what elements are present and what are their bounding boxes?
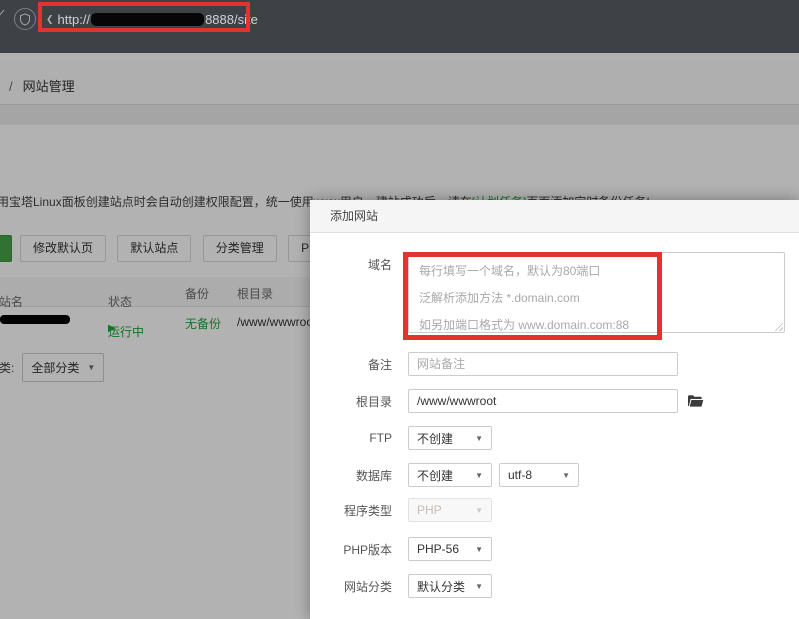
program-type-select: PHP ▼ [408, 498, 492, 522]
site-category-select[interactable]: 默认分类 ▼ [408, 574, 492, 598]
domain-placeholder-line: 如另加端口格式为 www.domain.com:88 [419, 312, 774, 333]
field-row-domain: 域名 每行填写一个域名，默认为80端口 泛解析添加方法 *.domain.com… [310, 252, 785, 333]
charset-select[interactable]: utf-8 ▼ [499, 463, 579, 487]
domain-placeholder-line: 每行填写一个域名，默认为80端口 [419, 258, 774, 285]
add-site-modal: 添加网站 域名 每行填写一个域名，默认为80端口 泛解析添加方法 *.domai… [310, 200, 799, 619]
modal-title: 添加网站 [310, 200, 799, 233]
database-select[interactable]: 不创建 ▼ [408, 463, 492, 487]
shield-icon[interactable] [14, 8, 36, 30]
url-text[interactable]: http:// 8888/site [58, 12, 258, 27]
note-input[interactable] [408, 352, 678, 376]
chevron-down-icon: ▼ [475, 582, 483, 591]
bookmark-caret-icon: ❮ [46, 14, 54, 25]
chevron-down-icon: ▼ [475, 471, 483, 480]
note-label: 备注 [310, 356, 392, 373]
field-row-php-version: PHP版本 PHP-56 ▼ [310, 537, 492, 561]
url-redaction [91, 13, 204, 26]
resize-handle[interactable] [773, 321, 783, 331]
root-dir-input[interactable] [408, 389, 678, 413]
folder-icon[interactable] [687, 394, 704, 408]
root-label: 根目录 [310, 393, 392, 410]
domain-label: 域名 [310, 252, 392, 278]
chevron-down-icon: ▼ [562, 471, 570, 480]
field-row-note: 备注 [310, 352, 678, 376]
field-row-root: 根目录 [310, 389, 704, 413]
program-type-label: 程序类型 [310, 502, 392, 519]
url-prefix: http:// [58, 12, 91, 27]
chevron-down-icon: ▼ [475, 545, 483, 554]
site-category-label: 网站分类 [310, 578, 392, 595]
browser-address-bar: ⟋ ❮ http:// 8888/site [0, 0, 799, 53]
php-version-select[interactable]: PHP-56 ▼ [408, 537, 492, 561]
chevron-down-icon: ▼ [475, 506, 483, 515]
domain-placeholder-line: 泛解析添加方法 *.domain.com [419, 285, 774, 312]
field-row-database: 数据库 不创建 ▼ utf-8 ▼ [310, 463, 579, 487]
address-field[interactable]: ❮ http:// 8888/site [14, 6, 258, 32]
field-row-program-type: 程序类型 PHP ▼ [310, 498, 492, 522]
ftp-select[interactable]: 不创建 ▼ [408, 426, 492, 450]
edge-clipped-icon: ⟋ [0, 8, 5, 25]
url-suffix: 8888/site [205, 12, 258, 27]
domain-textarea[interactable]: 每行填写一个域名，默认为80端口 泛解析添加方法 *.domain.com 如另… [408, 252, 785, 333]
php-version-label: PHP版本 [310, 541, 392, 558]
database-label: 数据库 [310, 467, 392, 484]
field-row-site-category: 网站分类 默认分类 ▼ [310, 574, 492, 598]
ftp-label: FTP [310, 431, 392, 445]
field-row-ftp: FTP 不创建 ▼ [310, 426, 492, 450]
chevron-down-icon: ▼ [475, 434, 483, 443]
